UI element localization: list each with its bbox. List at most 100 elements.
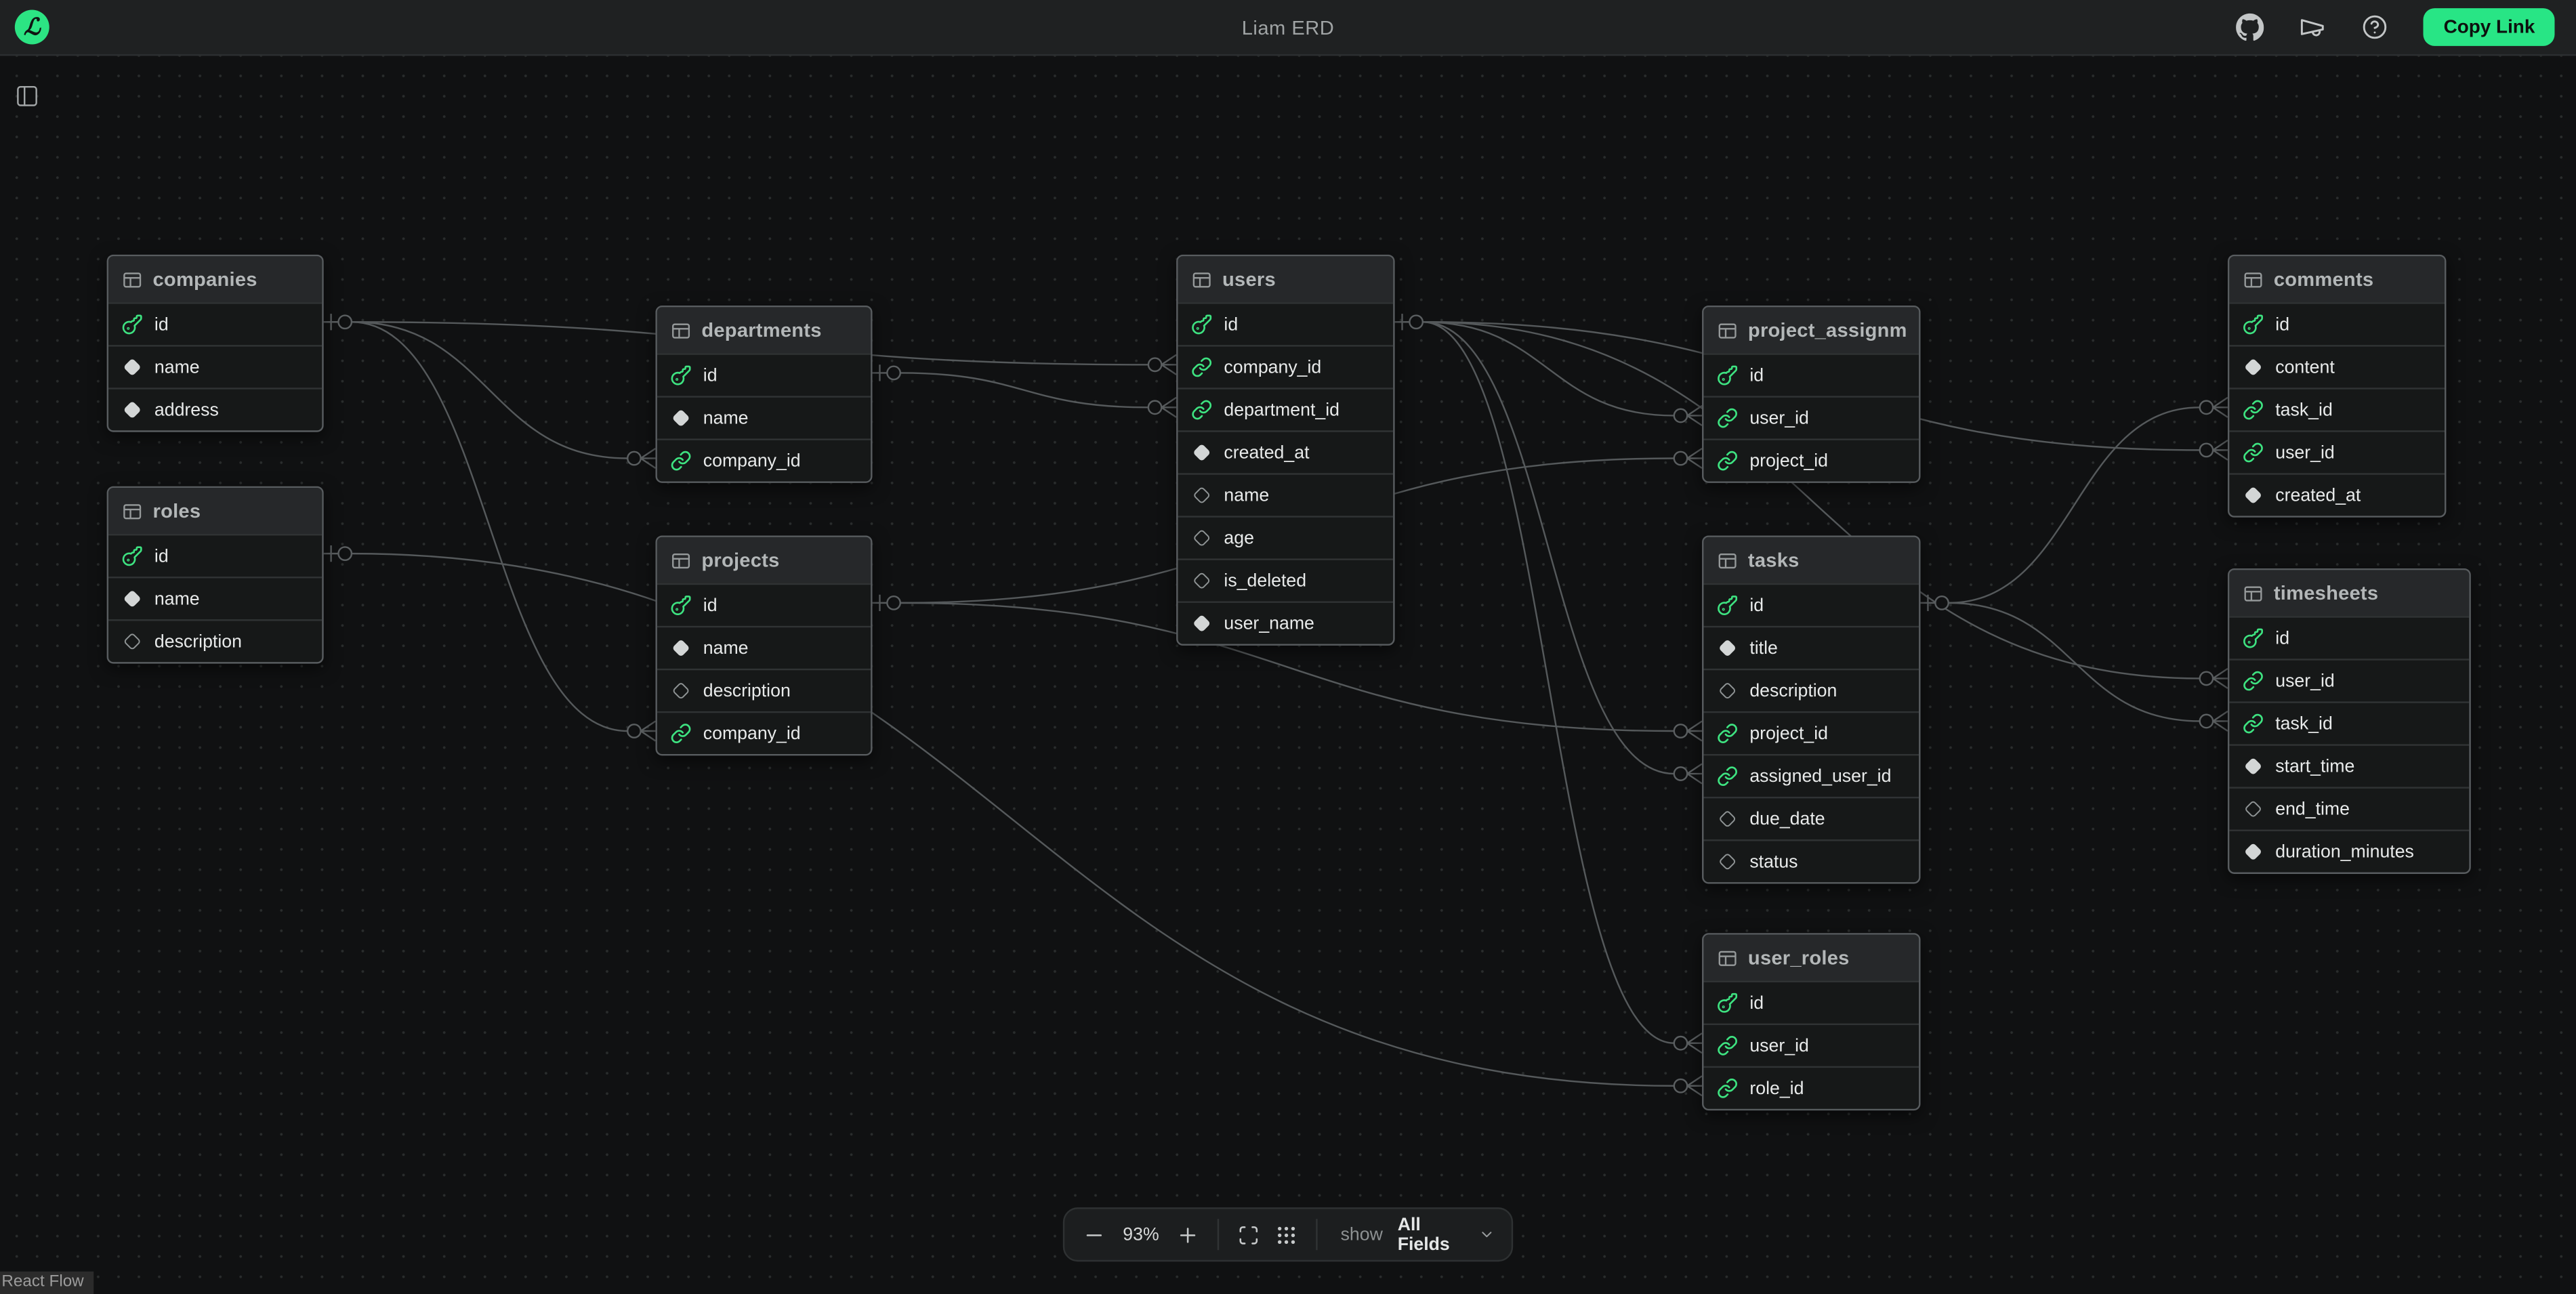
primary-key-icon	[2243, 627, 2264, 649]
table-node-comments[interactable]: comments idcontenttask_iduser_id created_…	[2228, 255, 2446, 518]
field-row-companies-id[interactable]: id	[108, 302, 322, 345]
copy-link-button[interactable]: Copy Link	[2424, 8, 2554, 46]
field-row-users-id[interactable]: id	[1178, 302, 1394, 345]
liam-logo[interactable]: ℒ	[15, 10, 49, 45]
field-name: name	[154, 589, 200, 608]
not-null-diamond-icon	[2243, 484, 2264, 506]
field-row-timesheets-id[interactable]: id	[2229, 616, 2469, 659]
primary-key-icon	[2243, 314, 2264, 335]
table-rows: iduser_idtask_idstart_timeend_timedurati…	[2229, 616, 2469, 872]
field-row-projects-description[interactable]: description	[657, 669, 871, 711]
nullable-diamond-icon	[1191, 570, 1213, 591]
field-row-users-age[interactable]: age	[1178, 516, 1394, 558]
zoom-in-button[interactable]	[1175, 1222, 1201, 1248]
field-row-timesheets-task_id[interactable]: task_id	[2229, 701, 2469, 744]
field-row-tasks-title[interactable]: title	[1703, 626, 1919, 669]
not-null-diamond-icon	[1191, 442, 1213, 463]
table-header[interactable]: user_roles	[1703, 935, 1919, 981]
primary-key-icon	[1717, 595, 1739, 617]
field-row-projects-name[interactable]: name	[657, 626, 871, 669]
table-node-departments[interactable]: departments idnamecompany_id	[655, 306, 872, 483]
field-row-users-department_id[interactable]: department_id	[1178, 388, 1394, 430]
table-header[interactable]: tasks	[1703, 537, 1919, 583]
help-icon[interactable]	[2361, 13, 2389, 41]
table-header[interactable]: project_assignme...	[1703, 307, 1919, 353]
sidebar-toggle-button[interactable]	[10, 82, 43, 114]
field-row-tasks-id[interactable]: id	[1703, 583, 1919, 626]
field-row-timesheets-start_time[interactable]: start_time	[2229, 744, 2469, 787]
field-name: description	[1749, 681, 1837, 701]
field-row-departments-company_id[interactable]: company_id	[657, 438, 871, 481]
field-row-projects-id[interactable]: id	[657, 583, 871, 626]
table-header[interactable]: departments	[657, 307, 871, 353]
table-header[interactable]: comments	[2229, 256, 2445, 302]
table-header[interactable]: projects	[657, 537, 871, 583]
field-row-roles-id[interactable]: id	[108, 534, 322, 577]
zoom-level: 93%	[1119, 1225, 1163, 1245]
table-node-tasks[interactable]: tasks id title description project_idassign…	[1702, 535, 1920, 883]
field-row-timesheets-user_id[interactable]: user_id	[2229, 659, 2469, 701]
table-node-companies[interactable]: companies idname address	[107, 255, 324, 432]
field-row-timesheets-duration_minutes[interactable]: duration_minutes	[2229, 829, 2469, 872]
github-icon[interactable]	[2237, 13, 2264, 41]
field-row-comments-user_id[interactable]: user_id	[2229, 430, 2445, 473]
react-flow-attribution[interactable]: React Flow	[0, 1272, 94, 1294]
table-name: departments	[701, 318, 821, 341]
field-name: id	[1749, 596, 1764, 615]
erd-canvas[interactable]	[0, 56, 2576, 1294]
table-node-timesheets[interactable]: timesheets iduser_idtask_idstart_timeend…	[2228, 568, 2471, 874]
field-row-projects-company_id[interactable]: company_id	[657, 711, 871, 754]
field-row-tasks-due_date[interactable]: due_date	[1703, 797, 1919, 839]
table-node-projects[interactable]: projects idnamedescriptioncompany_id	[655, 535, 872, 755]
field-row-comments-task_id[interactable]: task_id	[2229, 388, 2445, 430]
field-row-timesheets-end_time[interactable]: end_time	[2229, 787, 2469, 829]
field-row-roles-description[interactable]: description	[108, 619, 322, 662]
table-rows: idname address	[108, 302, 322, 430]
field-row-users-user_name[interactable]: user_name	[1178, 601, 1394, 644]
table-node-user_roles[interactable]: user_roles id user_idrole_id	[1702, 933, 1920, 1110]
field-row-roles-name[interactable]: name	[108, 577, 322, 619]
table-node-roles[interactable]: roles id name description	[107, 486, 324, 664]
field-row-comments-id[interactable]: id	[2229, 302, 2445, 345]
field-row-tasks-status[interactable]: status	[1703, 839, 1919, 882]
field-name: address	[154, 400, 219, 419]
field-row-user_roles-role_id[interactable]: role_id	[1703, 1066, 1919, 1109]
field-row-companies-name[interactable]: name	[108, 345, 322, 388]
field-row-user_roles-user_id[interactable]: user_id	[1703, 1024, 1919, 1066]
field-row-comments-content[interactable]: content	[2229, 345, 2445, 388]
field-row-tasks-description[interactable]: description	[1703, 669, 1919, 711]
field-row-users-is_deleted[interactable]: is_deleted	[1178, 558, 1394, 601]
table-name: projects	[701, 549, 779, 572]
field-row-users-created_at[interactable]: created_at	[1178, 430, 1394, 473]
table-header[interactable]: companies	[108, 256, 322, 302]
table-header[interactable]: timesheets	[2229, 570, 2469, 616]
table-node-users[interactable]: users idcompany_iddepartment_idcreated_a…	[1176, 255, 1394, 646]
field-row-companies-address[interactable]: address	[108, 388, 322, 430]
field-name: created_at	[2275, 486, 2361, 505]
table-header[interactable]: users	[1178, 256, 1394, 302]
field-name: id	[1749, 993, 1764, 1013]
feedback-megaphone-icon[interactable]	[2299, 13, 2327, 41]
zoom-out-button[interactable]	[1081, 1222, 1107, 1248]
field-row-user_roles-id[interactable]: id	[1703, 981, 1919, 1024]
fit-view-button[interactable]	[1235, 1222, 1262, 1248]
tidy-up-button[interactable]	[1273, 1222, 1300, 1248]
field-row-project_assignments-project_id[interactable]: project_id	[1703, 438, 1919, 481]
field-row-users-name[interactable]: name	[1178, 473, 1394, 516]
foreign-key-icon	[1717, 766, 1739, 787]
table-rows: idcompany_iddepartment_idcreated_atname a…	[1178, 302, 1394, 644]
field-row-users-company_id[interactable]: company_id	[1178, 345, 1394, 388]
field-name: age	[1224, 528, 1254, 548]
field-row-departments-name[interactable]: name	[657, 396, 871, 438]
primary-key-icon	[1717, 993, 1739, 1014]
table-name: comments	[2274, 268, 2373, 291]
field-row-comments-created_at[interactable]: created_at	[2229, 473, 2445, 516]
table-header[interactable]: roles	[108, 488, 322, 534]
field-row-tasks-project_id[interactable]: project_id	[1703, 711, 1919, 754]
table-node-project_assignments[interactable]: project_assignme... iduser_idproject_id	[1702, 306, 1920, 483]
field-row-project_assignments-user_id[interactable]: user_id	[1703, 396, 1919, 438]
field-row-tasks-assigned_user_id[interactable]: assigned_user_id	[1703, 754, 1919, 797]
field-row-departments-id[interactable]: id	[657, 353, 871, 396]
field-row-project_assignments-id[interactable]: id	[1703, 353, 1919, 396]
fields-filter-select[interactable]: All Fields	[1398, 1215, 1495, 1254]
